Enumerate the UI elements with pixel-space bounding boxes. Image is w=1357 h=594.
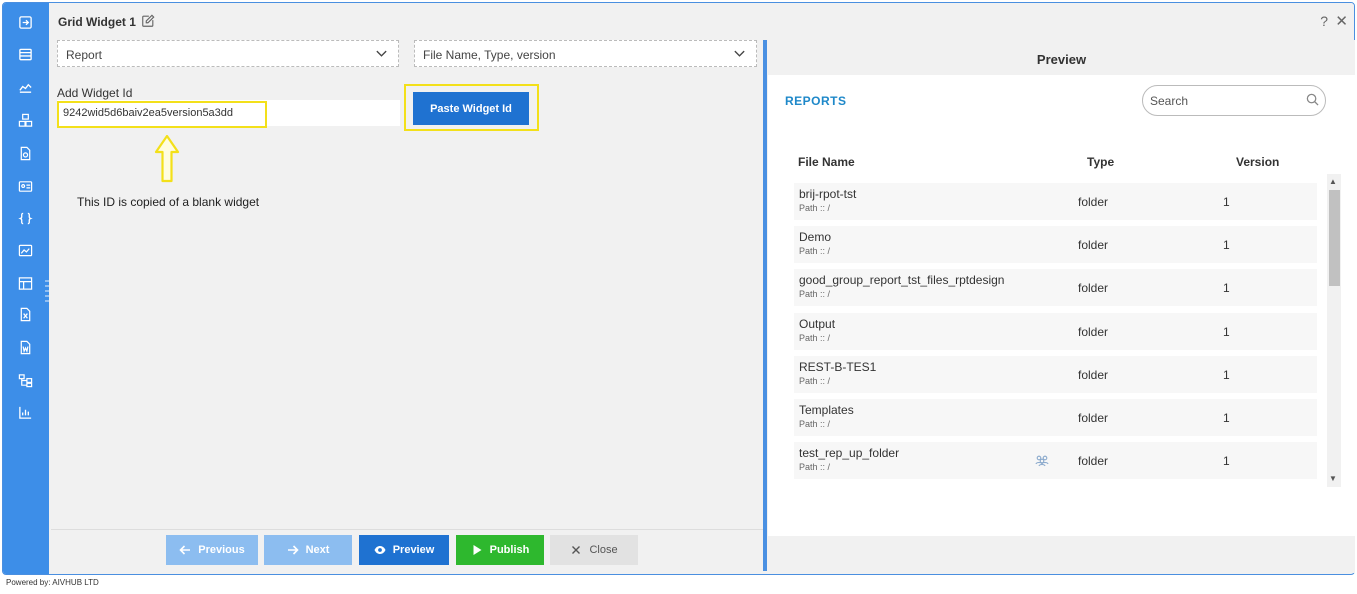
eye-icon	[374, 546, 386, 554]
annotation-up-arrow-icon	[154, 135, 180, 183]
row-path: Path :: /	[799, 333, 831, 343]
row-path: Path :: /	[799, 462, 831, 472]
table-row[interactable]: brij-rpot-tst Path :: / folder 1	[794, 183, 1317, 220]
row-file-name: Demo	[799, 230, 832, 244]
table-icon[interactable]	[15, 274, 35, 292]
row-file-name: test_rep_up_folder	[799, 446, 900, 460]
list-icon[interactable]	[15, 45, 35, 63]
close-dialog-icon[interactable]: ✕	[1335, 12, 1348, 30]
publish-label: Publish	[489, 544, 530, 556]
row-path: Path :: /	[799, 289, 831, 299]
previous-button[interactable]: Previous	[166, 535, 258, 565]
row-version: 1	[1223, 281, 1230, 295]
next-label: Next	[305, 544, 330, 556]
report-file-icon[interactable]	[15, 144, 35, 162]
dialog-titlebar: Grid Widget 1 ? ✕	[49, 3, 1354, 41]
paste-widget-id-button[interactable]: Paste Widget Id	[413, 92, 529, 125]
row-path: Path :: /	[799, 419, 831, 429]
search-icon[interactable]	[1306, 93, 1319, 106]
preview-label: Preview	[392, 544, 435, 556]
row-version: 1	[1223, 368, 1230, 382]
row-type: folder	[1078, 368, 1109, 382]
cubes-icon[interactable]	[15, 111, 35, 129]
sign-in-icon[interactable]	[15, 13, 35, 31]
image-chart-icon[interactable]	[15, 241, 35, 259]
previous-label: Previous	[198, 544, 245, 556]
row-file-name: Output	[799, 317, 836, 331]
widget-id-label: Add Widget Id	[57, 86, 133, 100]
row-version: 1	[1223, 411, 1230, 425]
word-file-icon[interactable]	[15, 338, 35, 356]
chevron-down-icon	[734, 50, 745, 57]
search-input[interactable]	[1142, 85, 1326, 116]
row-version: 1	[1223, 454, 1230, 468]
highlight-box-input	[57, 101, 267, 128]
preview-footer	[768, 536, 1355, 573]
close-button[interactable]: Close	[550, 535, 638, 565]
rail-resize-handle-icon[interactable]	[45, 278, 49, 308]
bar-chart-icon[interactable]	[15, 403, 35, 421]
scroll-up-icon[interactable]: ▲	[1329, 177, 1337, 186]
scroll-down-icon[interactable]: ▼	[1329, 474, 1337, 483]
id-card-icon[interactable]	[15, 177, 35, 195]
column-header-version[interactable]: Version	[1236, 155, 1279, 169]
table-row[interactable]: test_rep_up_folder Path :: / folder 1	[794, 442, 1317, 479]
scrollbar-thumb[interactable]	[1329, 190, 1340, 286]
reports-heading: REPORTS	[785, 94, 847, 108]
play-icon	[473, 545, 482, 555]
close-label: Close	[589, 544, 618, 556]
preview-button[interactable]: Preview	[359, 535, 449, 565]
row-file-name: Templates	[799, 403, 854, 417]
side-rail	[3, 3, 49, 574]
row-version: 1	[1223, 238, 1230, 252]
report-type-select[interactable]: Report	[57, 40, 399, 67]
report-type-value: Report	[66, 48, 103, 62]
next-button[interactable]: Next	[264, 535, 352, 565]
columns-select[interactable]: File Name, Type, version	[414, 40, 757, 67]
table-row[interactable]: Output Path :: / folder 1	[794, 313, 1317, 350]
row-path: Path :: /	[799, 203, 831, 213]
footer-divider	[51, 529, 763, 530]
table-row[interactable]: Templates Path :: / folder 1	[794, 399, 1317, 436]
code-braces-icon[interactable]	[15, 209, 35, 227]
row-type: folder	[1078, 195, 1109, 209]
row-type: folder	[1078, 281, 1109, 295]
close-icon	[572, 546, 581, 554]
row-version: 1	[1223, 325, 1230, 339]
panel-splitter[interactable]	[763, 40, 767, 571]
table-row[interactable]: REST-B-TES1 Path :: / folder 1	[794, 356, 1317, 393]
table-row[interactable]: Demo Path :: / folder 1	[794, 226, 1317, 263]
preview-title: Preview	[768, 40, 1355, 75]
help-icon[interactable]: ?	[1320, 13, 1328, 29]
arrow-left-icon	[179, 545, 191, 555]
column-header-file-name[interactable]: File Name	[798, 155, 855, 169]
annotation-note: This ID is copied of a blank widget	[77, 195, 260, 209]
area-chart-icon[interactable]	[15, 78, 35, 96]
row-type: folder	[1078, 454, 1109, 468]
chevron-down-icon	[376, 50, 387, 57]
columns-value: File Name, Type, version	[423, 48, 556, 62]
edit-title-icon[interactable]	[141, 14, 155, 28]
powered-by-text: Powered by: AIVHUB LTD	[6, 578, 99, 587]
publish-button[interactable]: Publish	[456, 535, 544, 565]
row-file-name: REST-B-TES1	[799, 360, 877, 374]
row-type: folder	[1078, 238, 1109, 252]
shared-users-icon	[1035, 455, 1049, 467]
row-file-name: brij-rpot-tst	[799, 187, 857, 201]
row-file-name: good_group_report_tst_files_rptdesign	[799, 273, 1005, 287]
table-row[interactable]: good_group_report_tst_files_rptdesign Pa…	[794, 269, 1317, 306]
column-header-type[interactable]: Type	[1087, 155, 1114, 169]
excel-file-icon[interactable]	[15, 305, 35, 323]
dialog-title: Grid Widget 1	[58, 15, 136, 29]
row-path: Path :: /	[799, 376, 831, 386]
sitemap-icon[interactable]	[15, 371, 35, 389]
arrow-right-icon	[287, 545, 299, 555]
row-path: Path :: /	[799, 246, 831, 256]
row-version: 1	[1223, 195, 1230, 209]
row-type: folder	[1078, 411, 1109, 425]
row-type: folder	[1078, 325, 1109, 339]
